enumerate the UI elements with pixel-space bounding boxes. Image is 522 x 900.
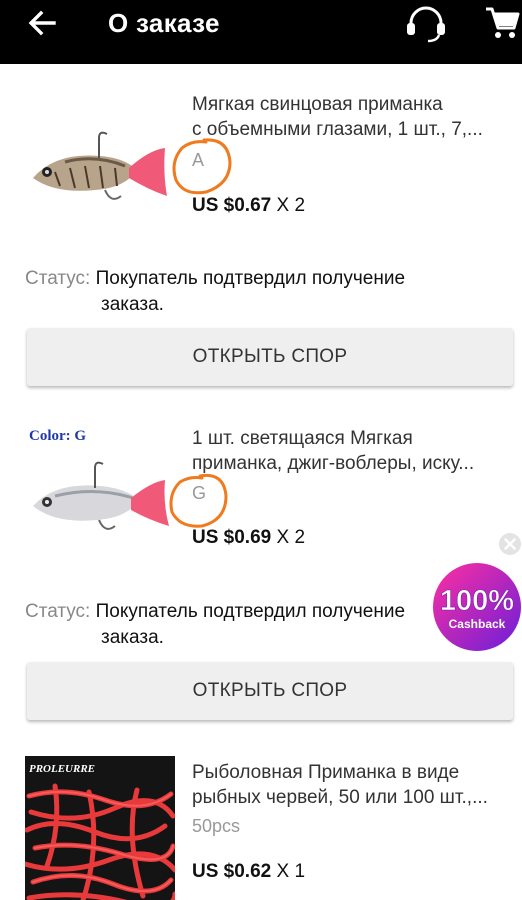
fish-lure-image: [25, 90, 175, 240]
product-price: US $0.62 X 1: [192, 860, 305, 884]
fish-lure-image: Color: G: [25, 416, 175, 566]
product-image[interactable]: PROLEURRE: [25, 756, 175, 900]
cart-icon[interactable]: [484, 4, 520, 40]
close-icon[interactable]: [498, 532, 522, 556]
image-caption: PROLEURRE: [29, 763, 95, 775]
image-caption: Color: G: [29, 428, 86, 444]
order-status: Статус: Покупатель подтвердил получение …: [25, 599, 495, 651]
status-text: заказа.: [101, 627, 164, 648]
quantity: X 2: [276, 195, 306, 216]
product-title-line: Мягкая свинцовая приманка: [192, 94, 443, 115]
product-title-line: с объемными глазами, 1 шт., 7,...: [192, 119, 483, 140]
product-title-line: Рыболовная Приманка в виде: [192, 762, 460, 783]
cashback-percent: 100%: [440, 585, 514, 617]
support-headset-icon[interactable]: [404, 4, 448, 44]
worm-bait-image: PROLEURRE: [25, 756, 175, 900]
back-arrow-icon[interactable]: [24, 8, 64, 38]
product-image[interactable]: Color: G: [25, 416, 175, 566]
top-bar: О заказе: [0, 0, 522, 64]
cashback-label: Cashback: [449, 617, 506, 631]
open-dispute-button[interactable]: ОТКРЫТЬ СПОР: [27, 328, 513, 386]
cashback-badge[interactable]: 100% Cashback: [432, 562, 522, 652]
product-price: US $0.69 X 2: [192, 526, 305, 550]
price-value: US $0.62: [192, 861, 272, 882]
annotation-circle: [169, 473, 228, 528]
status-label: Статус:: [25, 268, 91, 289]
order-item[interactable]: PROLEURRE Рыболовная Приманка в виде рыб…: [0, 742, 522, 900]
product-variant: 50pcs: [192, 816, 241, 836]
status-text: Покупатель подтвердил получение: [95, 268, 406, 289]
price-value: US $0.67: [192, 195, 272, 216]
product-title[interactable]: Рыболовная Приманка в виде рыбных червей…: [192, 760, 514, 810]
order-item[interactable]: Мягкая свинцовая приманка с объемными гл…: [0, 64, 522, 404]
product-title[interactable]: Мягкая свинцовая приманка с объемными гл…: [192, 92, 514, 142]
quantity: X 2: [276, 527, 306, 548]
open-dispute-button[interactable]: ОТКРЫТЬ СПОР: [27, 662, 513, 720]
price-value: US $0.69: [192, 527, 272, 548]
status-text: Покупатель подтвердил получение: [95, 601, 406, 622]
order-status: Статус: Покупатель подтвердил получение …: [25, 266, 495, 318]
product-price: US $0.67 X 2: [192, 194, 305, 218]
quantity: X 1: [276, 861, 306, 882]
product-image[interactable]: [25, 90, 175, 240]
product-title-line: 1 шт. светящаяся Мягкая: [192, 428, 413, 449]
annotation-circle: [172, 138, 232, 195]
product-title-line: рыбных червей, 50 или 100 шт.,...: [192, 787, 488, 808]
status-text: заказа.: [101, 294, 164, 315]
page-title: О заказе: [108, 8, 220, 38]
product-title[interactable]: 1 шт. светящаяся Мягкая приманка, джиг-в…: [192, 426, 514, 476]
status-label: Статус:: [25, 601, 91, 622]
product-title-line: приманка, джиг-воблеры, иску...: [192, 453, 475, 474]
